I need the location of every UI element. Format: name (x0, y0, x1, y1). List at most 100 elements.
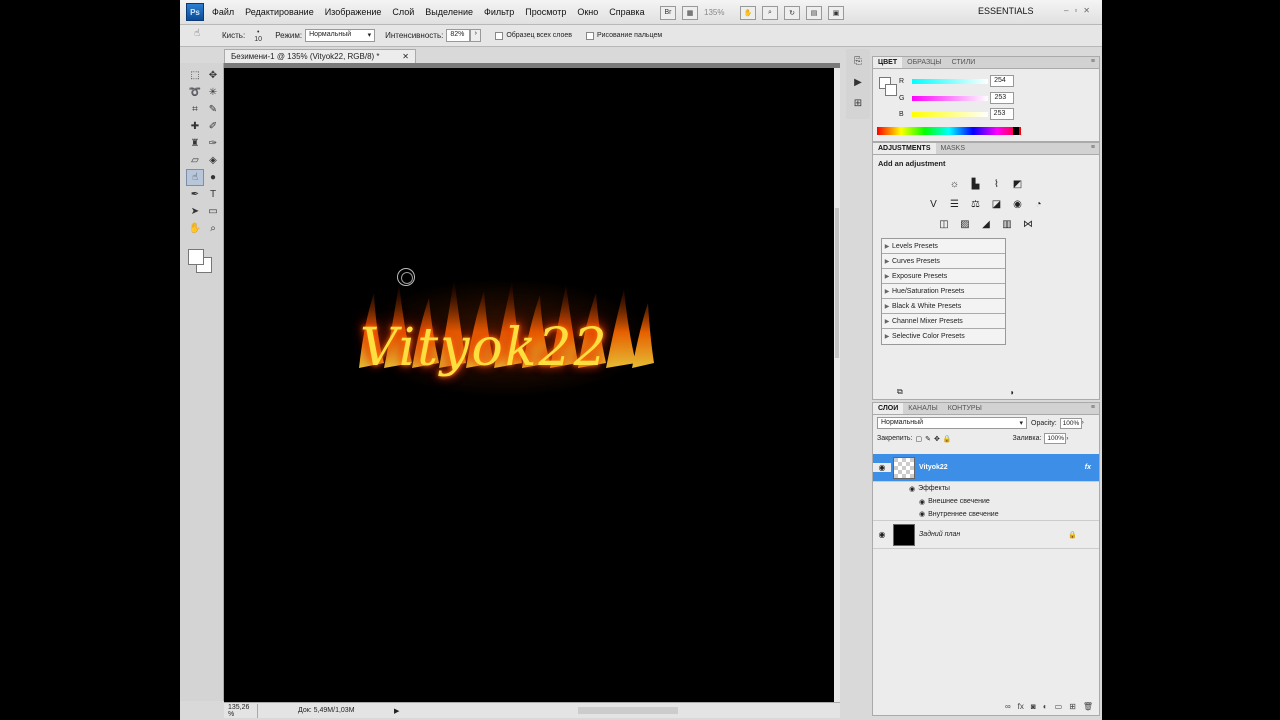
opacity-input[interactable]: 100% (1059, 417, 1082, 429)
hue-saturation-icon[interactable]: ☰ (947, 197, 962, 212)
window-controls[interactable]: –▫✕ (1064, 6, 1096, 15)
bridge-icon[interactable]: Br (660, 5, 676, 20)
magic-wand-tool-icon[interactable]: ✳ (204, 84, 222, 101)
effects-row[interactable]: ◉ Эффекты (873, 482, 1099, 495)
brush-tool-icon[interactable]: ✐ (204, 118, 222, 135)
eyedropper-tool-icon[interactable]: ✎ (204, 101, 222, 118)
marquee-tool-icon[interactable]: ⬚ (186, 67, 204, 84)
brush-picker[interactable]: • 10 (251, 29, 265, 43)
layer-vityok22[interactable]: ◉ Vityok22 fx (873, 454, 1099, 482)
lasso-tool-icon[interactable]: ➰ (186, 84, 204, 101)
eye-icon[interactable]: ◉ (873, 530, 891, 539)
dodge-tool-icon[interactable]: ● (204, 169, 222, 186)
new-adjustment-layer-icon[interactable]: ◐ (1043, 702, 1048, 711)
red-slider[interactable] (912, 78, 989, 84)
opacity-slider-button[interactable]: › (1082, 420, 1090, 426)
crop-tool-icon[interactable]: ⌗ (186, 101, 204, 118)
eraser-tool-icon[interactable]: ▱ (186, 152, 204, 169)
vibrance-icon[interactable]: V (926, 197, 941, 212)
paint-bucket-tool-icon[interactable]: ◈ (204, 152, 222, 169)
menu-file[interactable]: Файл (212, 7, 234, 17)
pen-tool-icon[interactable]: ✒ (186, 186, 204, 203)
hand-tool-icon[interactable]: ✋ (186, 220, 204, 237)
levels-icon[interactable]: ▙ (968, 177, 983, 192)
checkbox[interactable] (495, 31, 504, 40)
eye-icon[interactable]: ◉ (873, 463, 891, 472)
canvas[interactable]: Vityok22 (224, 68, 834, 704)
tab-styles[interactable]: СТИЛИ (947, 57, 981, 68)
history-panel-icon[interactable]: ⎘ (849, 53, 867, 70)
invert-icon[interactable]: ◫ (937, 217, 952, 232)
link-layers-icon[interactable]: ∞ (1005, 702, 1011, 711)
effect-inner-glow[interactable]: ◉ Внутреннее свечение (873, 508, 1099, 521)
menu-edit[interactable]: Редактирование (245, 7, 314, 17)
finger-painting[interactable]: Рисование пальцем (585, 31, 662, 40)
close-icon[interactable]: ✕ (402, 52, 409, 61)
foreground-color-swatch[interactable] (188, 249, 204, 265)
eye-icon[interactable]: ◉ (919, 510, 925, 518)
green-value[interactable]: 253 (990, 92, 1015, 104)
eye-icon[interactable]: ◉ (909, 485, 915, 493)
screen-mode-icon[interactable]: ▣ (828, 5, 844, 20)
type-tool-icon[interactable]: T (204, 186, 222, 203)
tab-masks[interactable]: MASKS (936, 143, 971, 154)
zoom-tool-icon[interactable]: ⌕ (204, 220, 222, 237)
shape-tool-icon[interactable]: ▭ (204, 203, 222, 220)
rotate-view-icon[interactable]: ↻ (784, 5, 800, 20)
menu-layer[interactable]: Слой (392, 7, 414, 17)
fill-input[interactable]: 100% (1044, 433, 1067, 444)
blue-slider[interactable] (911, 111, 988, 117)
menu-window[interactable]: Окно (577, 7, 598, 17)
panel-menu-icon[interactable]: ≡ (1091, 404, 1095, 411)
clone-stamp-tool-icon[interactable]: ♜ (186, 135, 204, 152)
menu-filter[interactable]: Фильтр (484, 7, 514, 17)
visibility-toggle-icon[interactable]: ◑ (1009, 388, 1014, 397)
threshold-icon[interactable]: ◢ (979, 217, 994, 232)
menu-view[interactable]: Просмотр (525, 7, 566, 17)
intensity-input[interactable]: 82% (446, 29, 471, 42)
tab-paths[interactable]: КОНТУРЫ (943, 403, 987, 414)
exposure-icon[interactable]: ◩ (1010, 177, 1025, 192)
layer-style-icon[interactable]: fx (1018, 702, 1024, 711)
sample-all-layers[interactable]: Образец всех слоев (495, 31, 572, 40)
gradient-map-icon[interactable]: ▥ (1000, 217, 1015, 232)
path-selection-tool-icon[interactable]: ➤ (186, 203, 204, 220)
tab-channels[interactable]: КАНАЛЫ (903, 403, 942, 414)
color-balance-icon[interactable]: ⚖ (968, 197, 983, 212)
smudge-tool-icon[interactable]: ☝ (186, 169, 204, 186)
fx-icon[interactable]: fx (1085, 464, 1091, 471)
smudge-tool-icon[interactable]: ☝ (194, 28, 212, 44)
vertical-scrollbar[interactable] (834, 68, 840, 704)
clip-to-layer-icon[interactable]: ⧉ (897, 387, 903, 397)
move-tool-icon[interactable]: ✥ (204, 67, 222, 84)
black-swatch[interactable] (1013, 127, 1019, 135)
menu-select[interactable]: Выделение (425, 7, 473, 17)
channel-mixer-icon[interactable]: ◔ (1031, 197, 1046, 212)
new-layer-icon[interactable]: ⊞ (1069, 702, 1076, 711)
preset-levels[interactable]: ▶ Levels Presets (882, 239, 1005, 254)
posterize-icon[interactable]: ▨ (958, 217, 973, 232)
color-spectrum-bar[interactable] (877, 127, 1021, 135)
preset-black-white[interactable]: ▶ Black & White Presets (882, 299, 1005, 314)
black-white-icon[interactable]: ◪ (989, 197, 1004, 212)
workspace-switcher[interactable]: ESSENTIALS (978, 6, 1034, 16)
status-menu-arrow-icon[interactable]: ▶ (394, 707, 399, 715)
preset-channel-mixer[interactable]: ▶ Channel Mixer Presets (882, 314, 1005, 329)
tool-presets-icon[interactable]: ⊞ (849, 95, 867, 112)
zoom-icon[interactable]: ⌕ (762, 5, 778, 20)
arrange-documents-icon[interactable]: ▤ (806, 5, 822, 20)
view-extras-icon[interactable]: ▦ (682, 5, 698, 20)
preset-selective-color[interactable]: ▶ Selective Color Presets (882, 329, 1005, 344)
blue-value[interactable]: 253 (989, 108, 1014, 120)
bg-color-box[interactable] (885, 84, 897, 96)
brightness-contrast-icon[interactable]: ☼ (947, 177, 962, 192)
intensity-slider-button[interactable]: › (470, 29, 482, 42)
panel-menu-icon[interactable]: ≡ (1091, 144, 1095, 151)
preset-curves[interactable]: ▶ Curves Presets (882, 254, 1005, 269)
tab-swatches[interactable]: ОБРАЗЦЫ (902, 57, 946, 68)
document-tab[interactable]: Безимени-1 @ 135% (Vityok22, RGB/8) * ✕ (224, 49, 416, 63)
red-value[interactable]: 254 (990, 75, 1015, 87)
mode-select[interactable]: Нормальный ▾ (305, 29, 376, 42)
photo-filter-icon[interactable]: ◉ (1010, 197, 1025, 212)
green-slider[interactable] (912, 95, 989, 101)
